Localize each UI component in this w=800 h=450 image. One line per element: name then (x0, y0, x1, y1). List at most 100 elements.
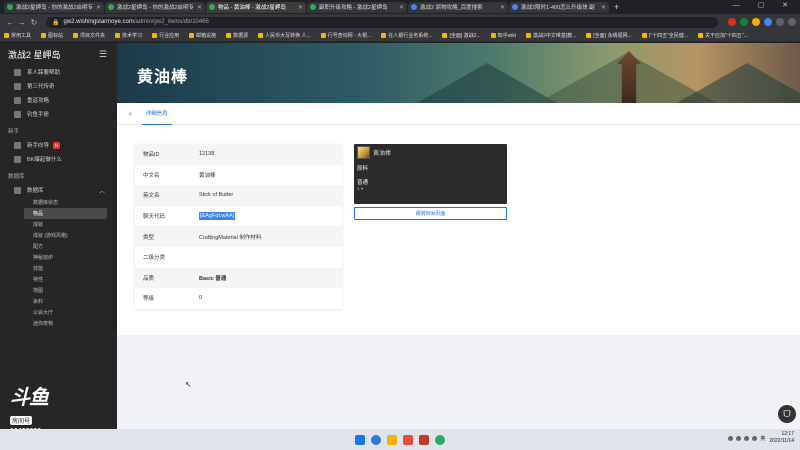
close-tab-icon[interactable]: ✕ (96, 4, 101, 11)
sidebar-subitem[interactable]: 成就 (游戏风格) (0, 230, 117, 241)
profile-avatar[interactable] (788, 18, 796, 26)
browser-tab[interactable]: 副职升级攻略 - 激战2星岬岛 ✕ (307, 1, 407, 13)
bookmark-item[interactable]: 数据源 (226, 32, 248, 39)
chat-code-selected[interactable]: [&AgFqLwAA] (199, 212, 236, 221)
bookmark-item[interactable]: ("十四五"全民健... (641, 32, 688, 39)
sidebar-group-label: 数据库 (8, 174, 25, 180)
bookmark-item[interactable]: 知乎wiki (490, 32, 516, 39)
sidebar-subitem[interactable]: 数据库状态 (0, 197, 117, 208)
table-row: 聊天代码 [&AgFqLwAA] (135, 205, 342, 227)
site-icon (490, 33, 496, 38)
back-arrow-icon[interactable]: ← (4, 18, 16, 27)
browser-tab[interactable]: 激战2 原物攻略_百度搜索 ✕ (408, 1, 508, 13)
bookmark-item[interactable]: 常用工具 (4, 32, 31, 39)
row-value: Basic 普通 (199, 275, 227, 282)
close-tab-icon[interactable]: ✕ (601, 4, 606, 11)
close-tab-icon[interactable]: ✕ (298, 4, 303, 11)
detail-tabs: ‹ 详细信息 (117, 103, 800, 125)
extension-icon[interactable] (776, 18, 784, 26)
system-tray: 英 12:17 2022/11/14 (728, 431, 794, 445)
address-bar[interactable]: 🔒 gw2.wishingstarmoye.com/admin/gw2_item… (46, 16, 718, 28)
windows-taskbar: 英 12:17 2022/11/14 (0, 429, 800, 450)
browser-tab[interactable]: 激战2限时1-400怎么升级快 副 ✕ (509, 1, 609, 13)
close-tab-icon[interactable]: ✕ (399, 4, 404, 11)
bookmark-item[interactable]: 行号查询网 - 大银... (320, 32, 371, 39)
sidebar-subitem[interactable]: 公会大厅 (0, 307, 117, 318)
site-favicon-icon (7, 4, 13, 10)
bookmark-item[interactable]: 行业应用 (152, 32, 179, 39)
row-key: 聊天代码 (143, 214, 166, 221)
sidebar-item[interactable]: 第三代传奇 (0, 79, 117, 93)
sidebar-item[interactable]: 重返攻略 (0, 93, 117, 107)
hamburger-menu-icon[interactable]: ☰ (99, 49, 107, 60)
bookmark-item[interactable]: 关于应加"十四五"... (698, 32, 748, 39)
extension-icon[interactable] (764, 18, 772, 26)
bookmark-item[interactable]: 邮箱设施 (189, 32, 216, 39)
site-icon (586, 33, 592, 38)
bookmark-item[interactable]: 激战2中文维基[教... (525, 32, 576, 39)
extension-icon[interactable] (728, 18, 736, 26)
bilibili-float-icon[interactable]: ᗜ (778, 405, 796, 423)
sidebar-subitem[interactable]: 神秘熔炉 (0, 252, 117, 263)
bookmark-item[interactable]: 人民币大写转换 人... (258, 32, 311, 39)
tray-icon[interactable] (728, 435, 734, 441)
folder-icon (4, 33, 9, 38)
input-language[interactable]: 英 (760, 435, 765, 442)
app-icon[interactable] (419, 434, 429, 445)
sidebar-item[interactable]: 钓鱼手册 (0, 107, 117, 121)
row-value: CraftingMaterial 制作材料 (199, 234, 262, 241)
sidebar-subitem[interactable]: 迷你宠物 (0, 318, 117, 329)
chrome-icon[interactable] (435, 434, 445, 445)
bookmark-item[interactable]: [全面] 永晴福网... (586, 32, 632, 39)
mouse-cursor-icon: ↖ (185, 380, 192, 389)
start-icon[interactable] (355, 434, 365, 445)
tray-icon[interactable] (752, 435, 758, 441)
detail-panel: ‹ 详细信息 物品ID 12138 中文名 黄油棒 英文名 Stick of Butt… (117, 103, 800, 335)
item-card-value: 1 ● (357, 186, 364, 191)
sidebar-subitem-active[interactable]: 物品 (24, 208, 107, 219)
sidebar-subitem[interactable]: 特性 (0, 274, 117, 285)
close-tab-icon[interactable]: ✕ (197, 4, 202, 11)
browser-tab-active[interactable]: 物品 - 黄油棒 - 激战2星岬岛 ✕ (206, 1, 306, 13)
extension-icon[interactable] (740, 18, 748, 26)
sidebar-subitem[interactable]: 配方 (0, 241, 117, 252)
sidebar-item[interactable]: BK曝起做什么 (0, 152, 117, 166)
bookmark-item[interactable]: 在人银行业务系统... (381, 32, 432, 39)
reload-icon[interactable]: ↻ (28, 18, 40, 27)
bookmark-item[interactable]: 项目文件夹 (73, 32, 105, 39)
extension-icon[interactable] (752, 18, 760, 26)
row-key: 等级 (143, 296, 155, 303)
sidebar-subitem[interactable]: 成就 (0, 219, 117, 230)
header-banner: 黄油棒 (117, 43, 800, 103)
bookmark-item[interactable]: 技术学习 (115, 32, 142, 39)
sidebar-item[interactable]: 某人踩要帮助 (0, 65, 117, 79)
sidebar-subitem[interactable]: 技能 (0, 263, 117, 274)
sidebar-item[interactable]: 新手向导 N (0, 138, 117, 152)
folder-icon (41, 33, 47, 38)
window-controls[interactable]: — ▢ ✕ (733, 1, 796, 9)
bookmark-item[interactable]: 图标站 (41, 32, 63, 39)
search-icon[interactable] (371, 434, 381, 445)
tab-details[interactable]: 详细信息 (141, 103, 172, 125)
tray-icon[interactable] (736, 435, 742, 441)
app-icon[interactable] (403, 434, 413, 445)
tray-icon[interactable] (744, 435, 750, 441)
wiki-link-button[interactable]: 跳转Wiki页面 (354, 207, 507, 220)
sidebar: 激战2 星岬岛 ☰ 某人踩要帮助 第三代传奇 重返攻略 钓鱼手册 新手 新手向导… (0, 43, 117, 429)
browser-tab[interactable]: 激战2星岬岛 - 你的激战2启明专 ✕ (4, 1, 104, 13)
item-card-header: 黄油棒 (354, 144, 507, 160)
back-chevron-icon[interactable]: ‹ (129, 109, 132, 118)
bookmark-item[interactable]: [全面] 激战2... (442, 32, 481, 39)
close-tab-icon[interactable]: ✕ (500, 4, 505, 11)
browser-tab[interactable]: 激战2星岬岛 - 你的激战2启明专 ✕ (105, 1, 205, 13)
sidebar-item-database[interactable]: 数据库 ︿ (0, 183, 117, 197)
new-tab-button[interactable]: + (614, 2, 619, 12)
row-value: 黄油棒 (199, 172, 216, 179)
clock[interactable]: 12:17 2022/11/14 (769, 431, 794, 445)
sidebar-subitem[interactable]: 地图 (0, 285, 117, 296)
web-app: 激战2 星岬岛 ☰ 某人踩要帮助 第三代传奇 重返攻略 钓鱼手册 新手 新手向导… (0, 43, 800, 429)
forward-arrow-icon[interactable]: → (16, 18, 28, 27)
site-icon (320, 33, 326, 38)
file-explorer-icon[interactable] (387, 434, 397, 445)
sidebar-subitem[interactable]: 染料 (0, 296, 117, 307)
